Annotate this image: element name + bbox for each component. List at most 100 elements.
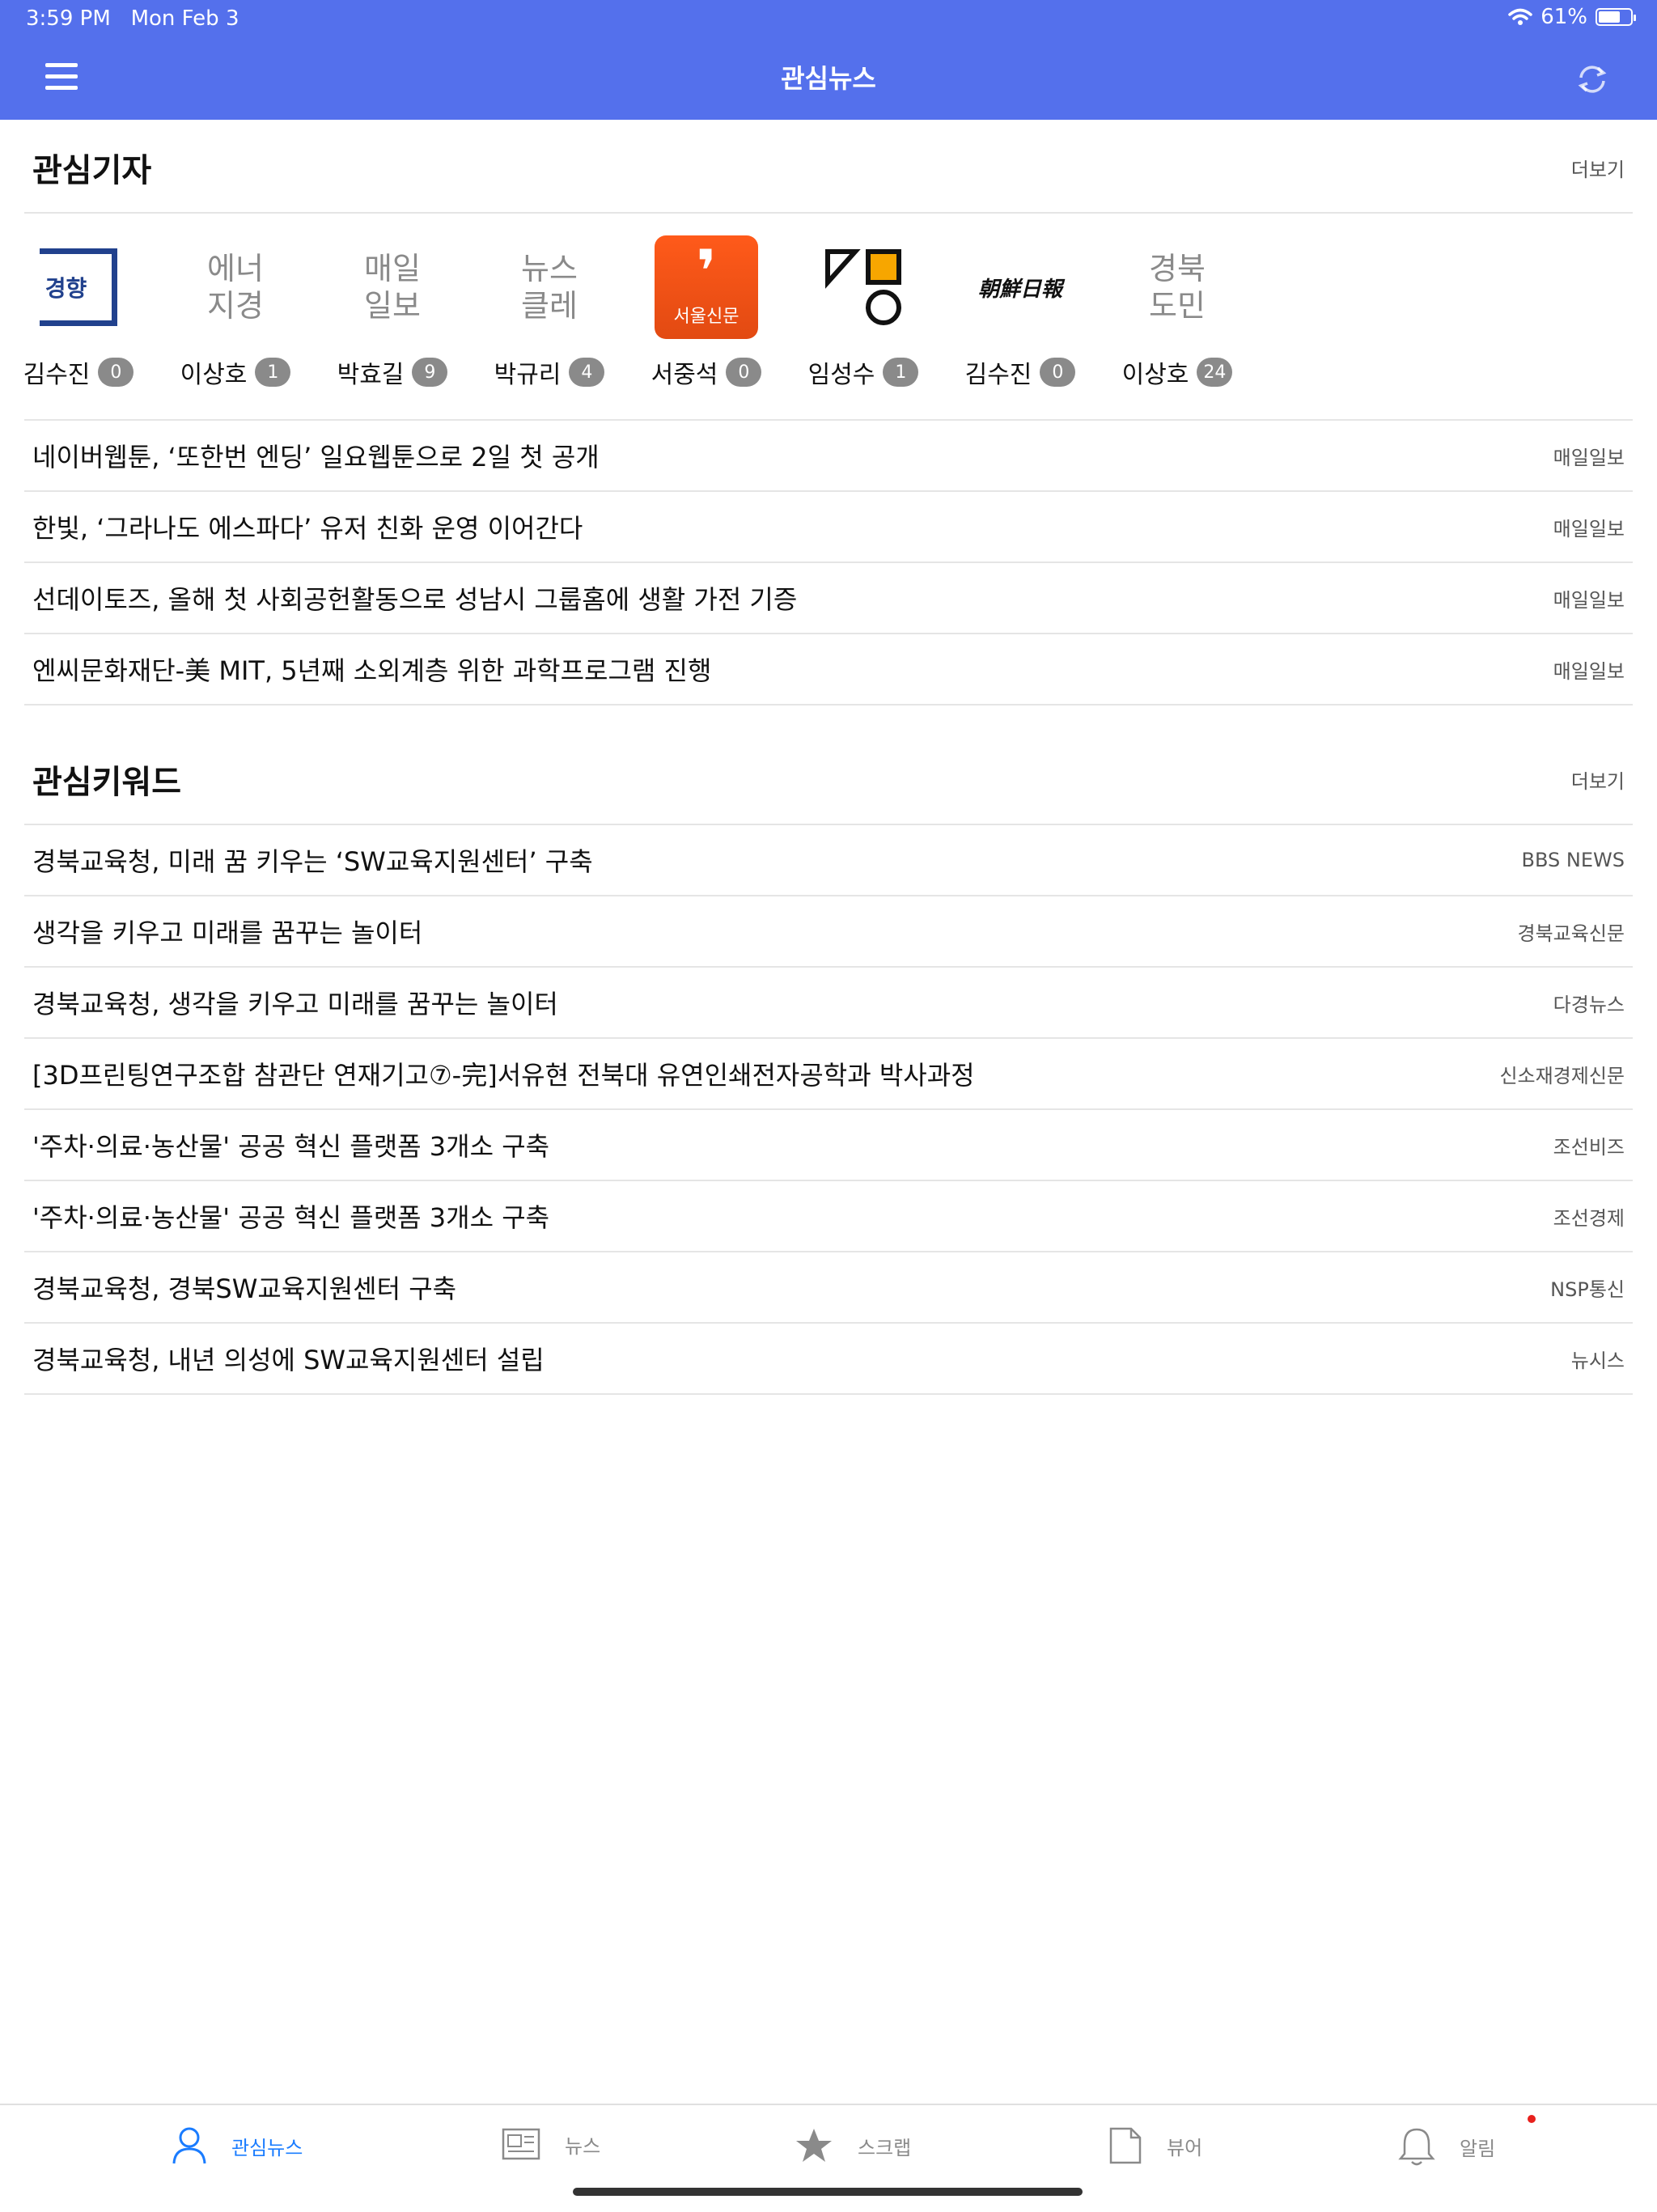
- article-headline: '주차·의료·농산물' 공공 혁신 플랫폼 3개소 구축: [32, 1202, 550, 1233]
- person-icon: [172, 2127, 206, 2164]
- status-indicators: 61%: [1508, 5, 1636, 29]
- list-item[interactable]: 경북교육청, 경북SW교육지원센터 구축 NSP통신: [24, 1252, 1633, 1324]
- logo-text: 경북 도민: [1149, 251, 1206, 324]
- home-indicator[interactable]: [573, 2188, 1083, 2196]
- tab-scrap[interactable]: 스크랩: [795, 2126, 911, 2165]
- kyunghyang-logo: 경향: [26, 235, 131, 340]
- tab-label: 관심뉴스: [231, 2136, 303, 2159]
- reporter-card[interactable]: 뉴스 클레 박규리 4: [471, 235, 628, 389]
- logo-text: 에너 지경: [207, 251, 264, 324]
- keywords-more-link[interactable]: 더보기: [1571, 765, 1625, 794]
- reporter-card[interactable]: 경향 김수진 0: [0, 235, 157, 389]
- article-headline: '주차·의료·농산물' 공공 혁신 플랫폼 3개소 구축: [32, 1131, 550, 1162]
- list-item[interactable]: 엔씨문화재단-美 MIT, 5년째 소외계층 위한 과학프로그램 진행 매일일보: [24, 634, 1633, 706]
- article-count-badge: 24: [1197, 358, 1233, 387]
- article-headline: 생각을 키우고 미래를 꿈꾸는 놀이터: [32, 917, 423, 948]
- reporter-card[interactable]: 에너 지경 이상호 1: [157, 235, 314, 389]
- chosun-logo: 朝鮮日報: [968, 235, 1073, 340]
- reporter-card[interactable]: ❜ 서울신문 서중석 0: [628, 235, 785, 389]
- reporters-more-link[interactable]: 더보기: [1571, 154, 1625, 182]
- article-headline: 경북교육청, 경북SW교육지원센터 구축: [32, 1273, 457, 1304]
- list-item[interactable]: 생각을 키우고 미래를 꿈꾸는 놀이터 경북교육신문: [24, 896, 1633, 968]
- status-date: Mon Feb 3: [130, 6, 239, 31]
- battery-percent: 61%: [1540, 5, 1587, 29]
- article-count-badge: 0: [726, 358, 762, 387]
- energy-logo: 에너 지경: [183, 235, 288, 340]
- article-count-badge: 4: [569, 358, 605, 387]
- article-headline: 선데이토즈, 올해 첫 사회공헌활동으로 성남시 그룹홈에 생활 가전 기증: [32, 584, 798, 615]
- reporter-articles-list: 네이버웹툰, ‘또한번 엔딩’ 일요웹툰으로 2일 첫 공개 매일일보 한빛, ‘…: [24, 421, 1633, 706]
- top-bar: 3:59 PM Mon Feb 3 61% 관심뉴스: [0, 0, 1657, 120]
- list-item[interactable]: 선데이토즈, 올해 첫 사회공헌활동으로 성남시 그룹홈에 생활 가전 기증 매일…: [24, 563, 1633, 634]
- article-headline: 경북교육청, 내년 의성에 SW교육지원센터 설립: [32, 1345, 545, 1375]
- reporter-card[interactable]: 朝鮮日報 김수진 0: [942, 235, 1099, 389]
- article-count-badge: 1: [883, 358, 919, 387]
- reporter-card[interactable]: 임성수 1: [785, 235, 942, 389]
- document-icon: [1109, 2127, 1142, 2164]
- tab-notifications[interactable]: 알림: [1398, 2126, 1495, 2167]
- article-source: 신소재경제신문: [1499, 1064, 1625, 1087]
- tab-interest-news[interactable]: 관심뉴스: [172, 2126, 303, 2165]
- newscle-logo: 뉴스 클레: [497, 235, 602, 340]
- star-icon: [796, 2129, 832, 2162]
- reporter-strip: 경향 김수진 0 에너 지경 이상호 1 매일 일보 박효길 9 뉴스 클레 박규리 4…: [0, 235, 1657, 421]
- list-item[interactable]: 경북교육청, 생각을 키우고 미래를 꿈꾸는 놀이터 다경뉴스: [24, 968, 1633, 1039]
- article-count-badge: 0: [98, 358, 134, 387]
- tab-label: 뉴스: [565, 2134, 601, 2158]
- article-headline: 경북교육청, 미래 꿈 키우는 ‘SW교육지원센터’ 구축: [32, 846, 593, 877]
- keyword-articles-list: 경북교육청, 미래 꿈 키우는 ‘SW교육지원센터’ 구축 BBS NEWS 생각…: [24, 825, 1633, 1395]
- article-source: NSP통신: [1550, 1278, 1625, 1301]
- list-item[interactable]: 경북교육청, 미래 꿈 키우는 ‘SW교육지원센터’ 구축 BBS NEWS: [24, 825, 1633, 896]
- battery-icon: [1596, 8, 1636, 26]
- maeil-logo: 매일 일보: [340, 235, 445, 340]
- newspaper-icon: [502, 2128, 540, 2160]
- article-headline: 한빛, ‘그라나도 에스파다’ 유저 친화 운영 이어간다: [32, 513, 583, 544]
- logo-text: 매일 일보: [364, 251, 421, 324]
- tab-label: 알림: [1460, 2137, 1496, 2160]
- section-title-keywords: 관심키워드: [32, 764, 181, 801]
- gyeongbuk-domin-logo: 경북 도민: [1125, 235, 1230, 340]
- list-item[interactable]: '주차·의료·농산물' 공공 혁신 플랫폼 3개소 구축 조선경제: [24, 1181, 1633, 1252]
- article-count-badge: 9: [412, 358, 448, 387]
- reporter-name: 김수진: [23, 361, 91, 389]
- list-item[interactable]: 경북교육청, 내년 의성에 SW교육지원센터 설립 뉴시스: [24, 1324, 1633, 1395]
- list-item[interactable]: [3D프린팅연구조합 참관단 연재기고⑦-完]서유현 전북대 유연인쇄전자공학과…: [24, 1039, 1633, 1110]
- article-source: 다경뉴스: [1553, 993, 1625, 1016]
- article-source: 조선경제: [1553, 1206, 1625, 1230]
- reporter-card[interactable]: 매일 일보 박효길 9: [314, 235, 471, 389]
- logo-text: 뉴스 클레: [521, 251, 578, 324]
- status-time: 3:59 PM Mon Feb 3: [26, 6, 239, 31]
- list-item[interactable]: 한빛, ‘그라나도 에스파다’ 유저 친화 운영 이어간다 매일일보: [24, 492, 1633, 563]
- article-count-badge: 0: [1040, 358, 1076, 387]
- article-headline: 네이버웹툰, ‘또한번 엔딩’ 일요웹툰으로 2일 첫 공개: [32, 442, 600, 472]
- article-source: BBS NEWS: [1521, 849, 1625, 871]
- quote-mark-icon: ❜: [696, 237, 717, 305]
- article-source: 매일일보: [1553, 517, 1625, 540]
- divider: [24, 212, 1633, 214]
- article-count-badge: 1: [255, 358, 291, 387]
- tab-news[interactable]: 뉴스: [502, 2126, 600, 2162]
- reporter-name: 서중석: [651, 361, 718, 389]
- list-item[interactable]: '주차·의료·농산물' 공공 혁신 플랫폼 3개소 구축 조선비즈: [24, 1110, 1633, 1181]
- wifi-icon: [1508, 8, 1532, 25]
- article-source: 뉴시스: [1570, 1349, 1625, 1372]
- seoul-shinmun-logo: ❜ 서울신문: [654, 235, 759, 340]
- article-source: 매일일보: [1553, 446, 1625, 469]
- logo-text: 朝鮮日報: [977, 277, 1062, 302]
- bell-icon: [1398, 2128, 1435, 2166]
- reporter-name: 이상호: [1121, 361, 1189, 389]
- tab-label: 뷰어: [1167, 2136, 1203, 2159]
- notification-dot: [1528, 2115, 1536, 2123]
- reporter-name: 이상호: [180, 361, 248, 389]
- list-item[interactable]: 네이버웹툰, ‘또한번 엔딩’ 일요웹툰으로 2일 첫 공개 매일일보: [24, 421, 1633, 492]
- reporter-card[interactable]: 경북 도민 이상호 24: [1099, 235, 1256, 389]
- logo-text: 경향: [43, 271, 89, 303]
- refresh-icon[interactable]: [1573, 60, 1612, 99]
- article-source: 경북교육신문: [1517, 922, 1625, 945]
- logo-text: 서울신문: [673, 307, 740, 327]
- article-source: 조선비즈: [1553, 1135, 1625, 1159]
- article-headline: 경북교육청, 생각을 키우고 미래를 꿈꾸는 놀이터: [32, 989, 558, 1019]
- tab-viewer[interactable]: 뷰어: [1108, 2126, 1202, 2165]
- reporter-name: 박효길: [337, 361, 405, 389]
- section-title-reporters: 관심기자: [32, 152, 152, 189]
